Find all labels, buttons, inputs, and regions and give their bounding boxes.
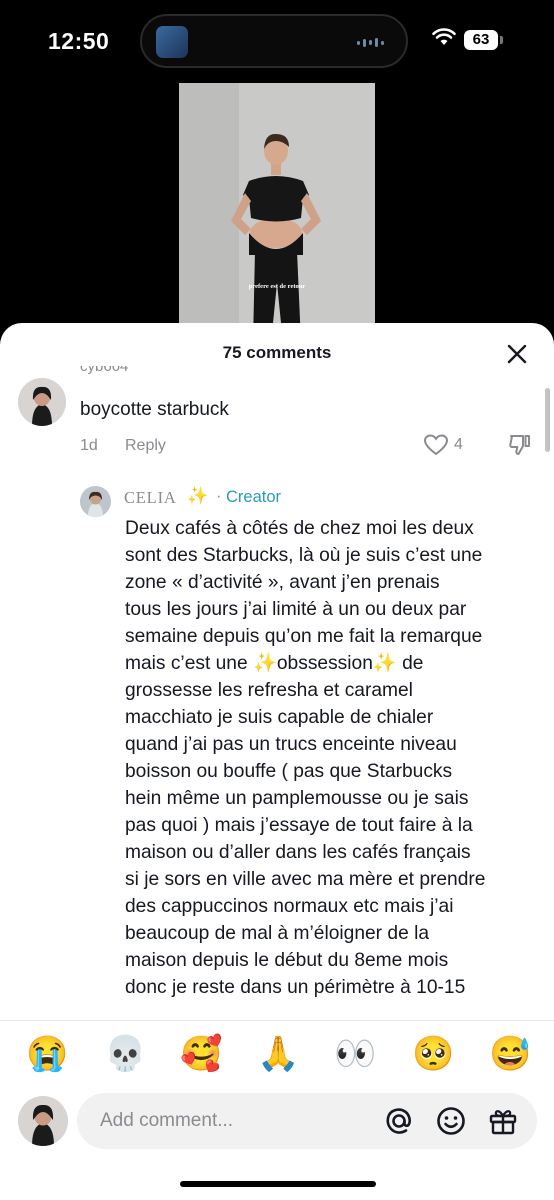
emoji-skull[interactable]: 💀: [104, 1030, 146, 1078]
quick-emoji-bar: 😭 💀 🥰 🙏 👀 🥺 😅: [0, 1030, 554, 1080]
separator-dot: ·: [216, 488, 222, 505]
video-caption: prefere est de retour: [248, 283, 306, 290]
at-sign-icon[interactable]: [383, 1105, 415, 1137]
reply-line: mais c’est une ✨obssession✨ de: [125, 650, 545, 677]
sparkles-icon: ✨: [187, 486, 209, 505]
now-playing-app-icon: [156, 26, 188, 58]
sparkles-icon: ✨: [372, 653, 397, 674]
reply-line: des cappuccinos normaux etc mais j’ai: [125, 896, 454, 917]
sparkles-icon: ✨: [252, 653, 277, 674]
emoji-sweat-smile[interactable]: 😅: [489, 1030, 531, 1078]
like-count: 4: [454, 436, 463, 453]
reply-line: donc je reste dans un périmètre à 10-15: [125, 977, 466, 998]
reply-line: quand j’ai pas un trucs enceinte niveau: [125, 734, 457, 755]
reply-line: si je sors en ville avec ma mère et pren…: [125, 869, 486, 890]
reply-line-part: mais c’est une: [125, 653, 253, 674]
home-indicator[interactable]: [180, 1181, 376, 1187]
status-time: 12:50: [48, 28, 110, 54]
reply-author-name[interactable]: CELIA: [124, 488, 177, 508]
battery-level: 63: [464, 30, 498, 50]
emoji-folded-hands[interactable]: 🙏: [257, 1030, 299, 1078]
comment-age: 1d: [80, 437, 98, 454]
thumbs-down-icon[interactable]: [508, 433, 532, 457]
dynamic-island[interactable]: [140, 14, 408, 68]
reply-line-part: de: [396, 653, 424, 674]
reply-line: tous les jours j’ai limité à un ou deux …: [125, 599, 467, 620]
comment-avatar[interactable]: [18, 378, 66, 426]
reply-line: macchiato je suis capable de chialer: [125, 707, 434, 728]
reply-line-part: obssession: [276, 653, 373, 674]
avatar-image: [18, 1096, 68, 1146]
reply-line: hein même un pamplemousse ou je sais: [125, 788, 469, 809]
reply-line: zone « d’activité », avant j’en prenais: [125, 572, 440, 593]
smiley-icon[interactable]: [435, 1105, 467, 1137]
avatar-image: [18, 378, 66, 426]
close-icon[interactable]: [504, 341, 530, 367]
scrollbar[interactable]: [545, 388, 550, 452]
comment-text: boycotte starbuck: [80, 399, 229, 420]
reply-button[interactable]: Reply: [125, 437, 166, 455]
reply-line: maison depuis le début du 8eme mois: [125, 950, 449, 971]
avatar-image: [80, 486, 111, 517]
gift-icon[interactable]: [487, 1105, 519, 1137]
video-person-figure: [179, 83, 375, 343]
emoji-pleading[interactable]: 🥺: [412, 1030, 454, 1078]
comment-username[interactable]: cyb664: [80, 366, 128, 375]
comments-sheet: 75 comments cyb664 boycotte starbuck 1d …: [0, 323, 554, 1200]
reply-line: semaine depuis qu’on me fait la remarque: [125, 626, 483, 647]
divider: [0, 1020, 554, 1021]
video-preview[interactable]: prefere est de retour: [179, 83, 375, 343]
reply-line: Deux cafés à côtés de chez moi les deux: [125, 518, 474, 539]
audio-wave-icon: [357, 38, 384, 47]
creator-badge: Creator: [226, 488, 282, 506]
wifi-icon: [432, 28, 456, 45]
reply-text: Deux cafés à côtés de chez moi les deux …: [125, 515, 545, 1021]
creator-avatar[interactable]: [80, 486, 111, 517]
emoji-loudly-crying[interactable]: 😭: [26, 1030, 68, 1078]
reply-line: pas quoi ) mais j’essaye de tout faire à…: [125, 815, 473, 836]
comment-input[interactable]: Add comment...: [77, 1093, 537, 1149]
reply-line: boisson ou bouffe ( pas que Starbucks: [125, 761, 453, 782]
current-user-avatar[interactable]: [18, 1096, 68, 1146]
comments-count-title: 75 comments: [222, 343, 332, 362]
emoji-smiling-hearts[interactable]: 🥰: [180, 1030, 222, 1078]
reply-line: maison ou d’aller dans les cafés françai…: [125, 842, 471, 863]
heart-outline-icon[interactable]: [423, 433, 449, 457]
comment-input-placeholder[interactable]: Add comment...: [100, 1110, 233, 1132]
status-bar: 12:50 63: [0, 0, 554, 80]
reply-line: grossesse les refresha et caramel: [125, 680, 413, 701]
reply-line: sont des Starbucks, là où je suis c’est …: [125, 545, 483, 566]
emoji-eyes[interactable]: 👀: [334, 1030, 376, 1078]
reply-line: beaucoup de mal à m’éloigner de la: [125, 923, 430, 944]
battery-tip: [500, 36, 503, 44]
